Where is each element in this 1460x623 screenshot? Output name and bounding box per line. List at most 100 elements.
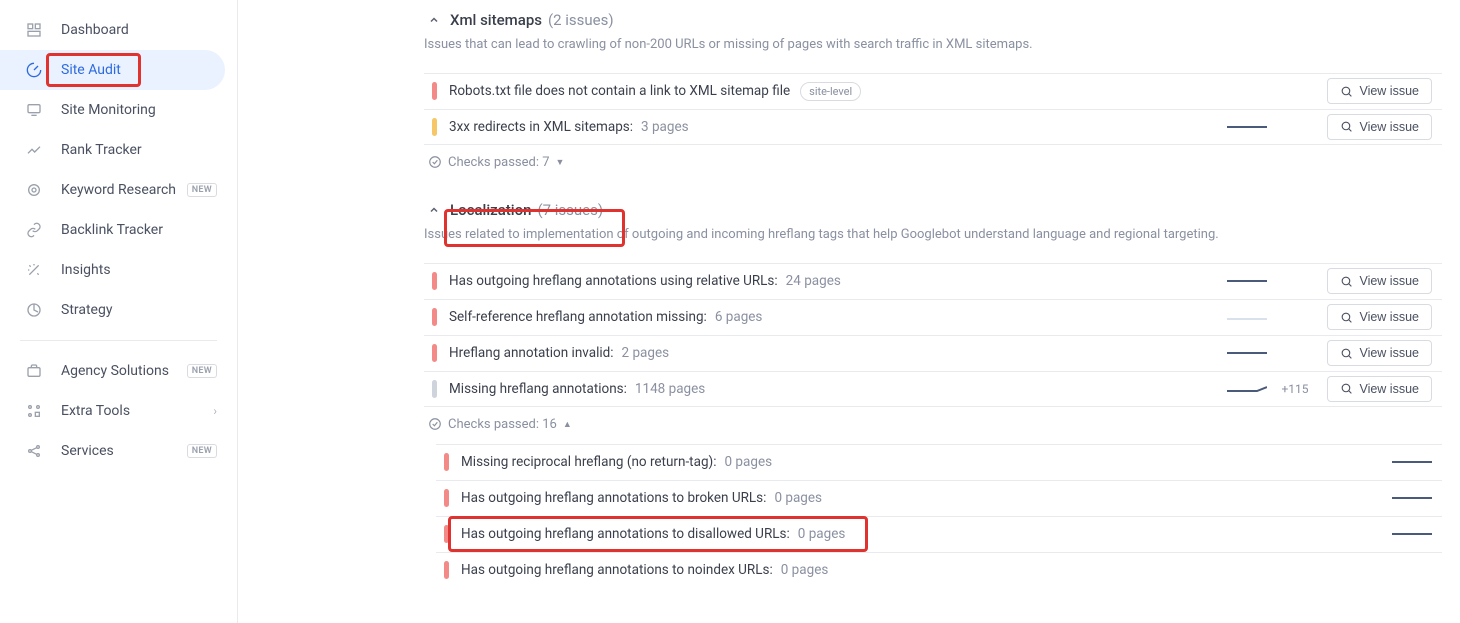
- severity-indicator: [444, 525, 449, 543]
- issue-row[interactable]: Has outgoing hreflang annotations using …: [424, 263, 1442, 299]
- passed-row[interactable]: Has outgoing hreflang annotations to noi…: [436, 552, 1442, 588]
- new-badge: NEW: [187, 364, 217, 378]
- view-issue-button[interactable]: View issue: [1327, 78, 1432, 104]
- section-description: Issues related to implementation of outg…: [424, 226, 1442, 245]
- sidebar-label: Backlink Tracker: [61, 222, 217, 238]
- chevron-up-icon: [424, 10, 444, 30]
- view-issue-button[interactable]: View issue: [1327, 340, 1432, 366]
- sparkline: [1227, 348, 1267, 358]
- target-icon: [25, 181, 43, 199]
- severity-indicator: [432, 344, 437, 362]
- section-header-sitemaps[interactable]: Xml sitemaps (2 issues): [424, 10, 1442, 30]
- issue-row[interactable]: Missing hreflang annotations: 1148 pages…: [424, 371, 1442, 407]
- section-description: Issues that can lead to crawling of non-…: [424, 36, 1442, 55]
- issue-text: Missing hreflang annotations:: [449, 381, 627, 397]
- view-issue-button[interactable]: View issue: [1327, 268, 1432, 294]
- sidebar-label: Site Audit: [61, 62, 217, 78]
- sidebar-label: Strategy: [61, 302, 217, 318]
- chart-icon: [25, 141, 43, 159]
- issue-text: Self-reference hreflang annotation missi…: [449, 309, 707, 325]
- issue-row[interactable]: Hreflang annotation invalid: 2 pages Vie…: [424, 335, 1442, 371]
- issue-text: Has outgoing hreflang annotations to bro…: [461, 490, 766, 506]
- severity-indicator: [432, 308, 437, 326]
- issue-text: Has outgoing hreflang annotations using …: [449, 273, 778, 289]
- briefcase-icon: [25, 362, 43, 380]
- sidebar-label: Site Monitoring: [61, 102, 217, 118]
- sidebar-item-rank-tracker[interactable]: Rank Tracker: [0, 130, 225, 170]
- dashboard-icon: [25, 21, 43, 39]
- severity-indicator: [432, 118, 437, 136]
- sparkline: [1227, 122, 1267, 132]
- view-issue-button[interactable]: View issue: [1327, 376, 1432, 402]
- view-issue-button[interactable]: View issue: [1327, 114, 1432, 140]
- sidebar-label: Keyword Research: [61, 182, 181, 198]
- checks-passed-toggle[interactable]: Checks passed: 16 ▲: [428, 417, 1442, 432]
- checks-passed-label: Checks passed: 16: [448, 417, 557, 432]
- issue-pages: 0 pages: [781, 562, 829, 578]
- issue-pages: 6 pages: [715, 309, 763, 325]
- severity-indicator: [444, 489, 449, 507]
- strategy-icon: [25, 301, 43, 319]
- issue-row[interactable]: Self-reference hreflang annotation missi…: [424, 299, 1442, 335]
- checks-passed-toggle[interactable]: Checks passed: 7 ▼: [428, 155, 1442, 170]
- sidebar-label: Insights: [61, 262, 217, 278]
- sidebar-label: Services: [61, 443, 181, 459]
- sidebar-item-dashboard[interactable]: Dashboard: [0, 10, 225, 50]
- issue-text: Has outgoing hreflang annotations to dis…: [461, 526, 790, 542]
- site-level-tag: site-level: [800, 82, 861, 101]
- issue-text: Hreflang annotation invalid:: [449, 345, 614, 361]
- sidebar-item-keyword-research[interactable]: Keyword Research NEW: [0, 170, 225, 210]
- issue-pages: 3 pages: [641, 119, 689, 135]
- sparkline: [1227, 384, 1267, 394]
- share-icon: [25, 442, 43, 460]
- section-header-localization[interactable]: Localization (7 issues): [424, 200, 1442, 220]
- sparkline: [1392, 529, 1432, 539]
- severity-indicator: [444, 561, 449, 579]
- chevron-right-icon: ›: [213, 404, 217, 418]
- view-issue-button[interactable]: View issue: [1327, 304, 1432, 330]
- sidebar-label: Extra Tools: [61, 403, 213, 419]
- issue-pages: 2 pages: [622, 345, 670, 361]
- section-title: Xml sitemaps: [450, 11, 542, 29]
- sidebar-item-backlink-tracker[interactable]: Backlink Tracker: [0, 210, 225, 250]
- sidebar: Dashboard Site Audit Site Monitoring Ran…: [0, 0, 238, 623]
- severity-indicator: [432, 272, 437, 290]
- issue-text: Robots.txt file does not contain a link …: [449, 83, 790, 99]
- caret-down-icon: ▼: [556, 157, 565, 168]
- new-badge: NEW: [187, 183, 217, 197]
- issue-pages: 0 pages: [725, 454, 773, 470]
- issue-pages: 0 pages: [774, 490, 822, 506]
- severity-indicator: [432, 82, 437, 100]
- sparkline: [1227, 276, 1267, 286]
- issue-pages: 0 pages: [798, 526, 846, 542]
- passed-row[interactable]: Has outgoing hreflang annotations to dis…: [436, 516, 1442, 552]
- sidebar-divider: [20, 340, 217, 341]
- passed-row[interactable]: Missing reciprocal hreflang (no return-t…: [436, 444, 1442, 480]
- sidebar-item-agency-solutions[interactable]: Agency Solutions NEW: [0, 351, 225, 391]
- issue-text: 3xx redirects in XML sitemaps:: [449, 119, 633, 135]
- section-count: (7 issues): [537, 201, 603, 219]
- section-count: (2 issues): [548, 11, 614, 29]
- sparkline: [1392, 493, 1432, 503]
- issue-row[interactable]: 3xx redirects in XML sitemaps: 3 pages V…: [424, 109, 1442, 145]
- sidebar-item-site-monitoring[interactable]: Site Monitoring: [0, 90, 225, 130]
- apps-icon: [25, 402, 43, 420]
- new-badge: NEW: [187, 444, 217, 458]
- sidebar-item-strategy[interactable]: Strategy: [0, 290, 225, 330]
- passed-row[interactable]: Has outgoing hreflang annotations to bro…: [436, 480, 1442, 516]
- issue-pages: 1148 pages: [635, 381, 705, 397]
- sidebar-item-insights[interactable]: Insights: [0, 250, 225, 290]
- chevron-up-icon: [424, 200, 444, 220]
- sidebar-item-site-audit[interactable]: Site Audit: [0, 50, 225, 90]
- link-icon: [25, 221, 43, 239]
- severity-indicator: [432, 380, 437, 398]
- sidebar-item-services[interactable]: Services NEW: [0, 431, 225, 471]
- sidebar-item-extra-tools[interactable]: Extra Tools ›: [0, 391, 225, 431]
- sparkline: [1227, 312, 1267, 322]
- checks-passed-label: Checks passed: 7: [448, 155, 550, 170]
- issue-row[interactable]: Robots.txt file does not contain a link …: [424, 73, 1442, 109]
- sidebar-label: Agency Solutions: [61, 363, 181, 379]
- monitor-icon: [25, 101, 43, 119]
- wand-icon: [25, 261, 43, 279]
- issue-text: Missing reciprocal hreflang (no return-t…: [461, 454, 717, 470]
